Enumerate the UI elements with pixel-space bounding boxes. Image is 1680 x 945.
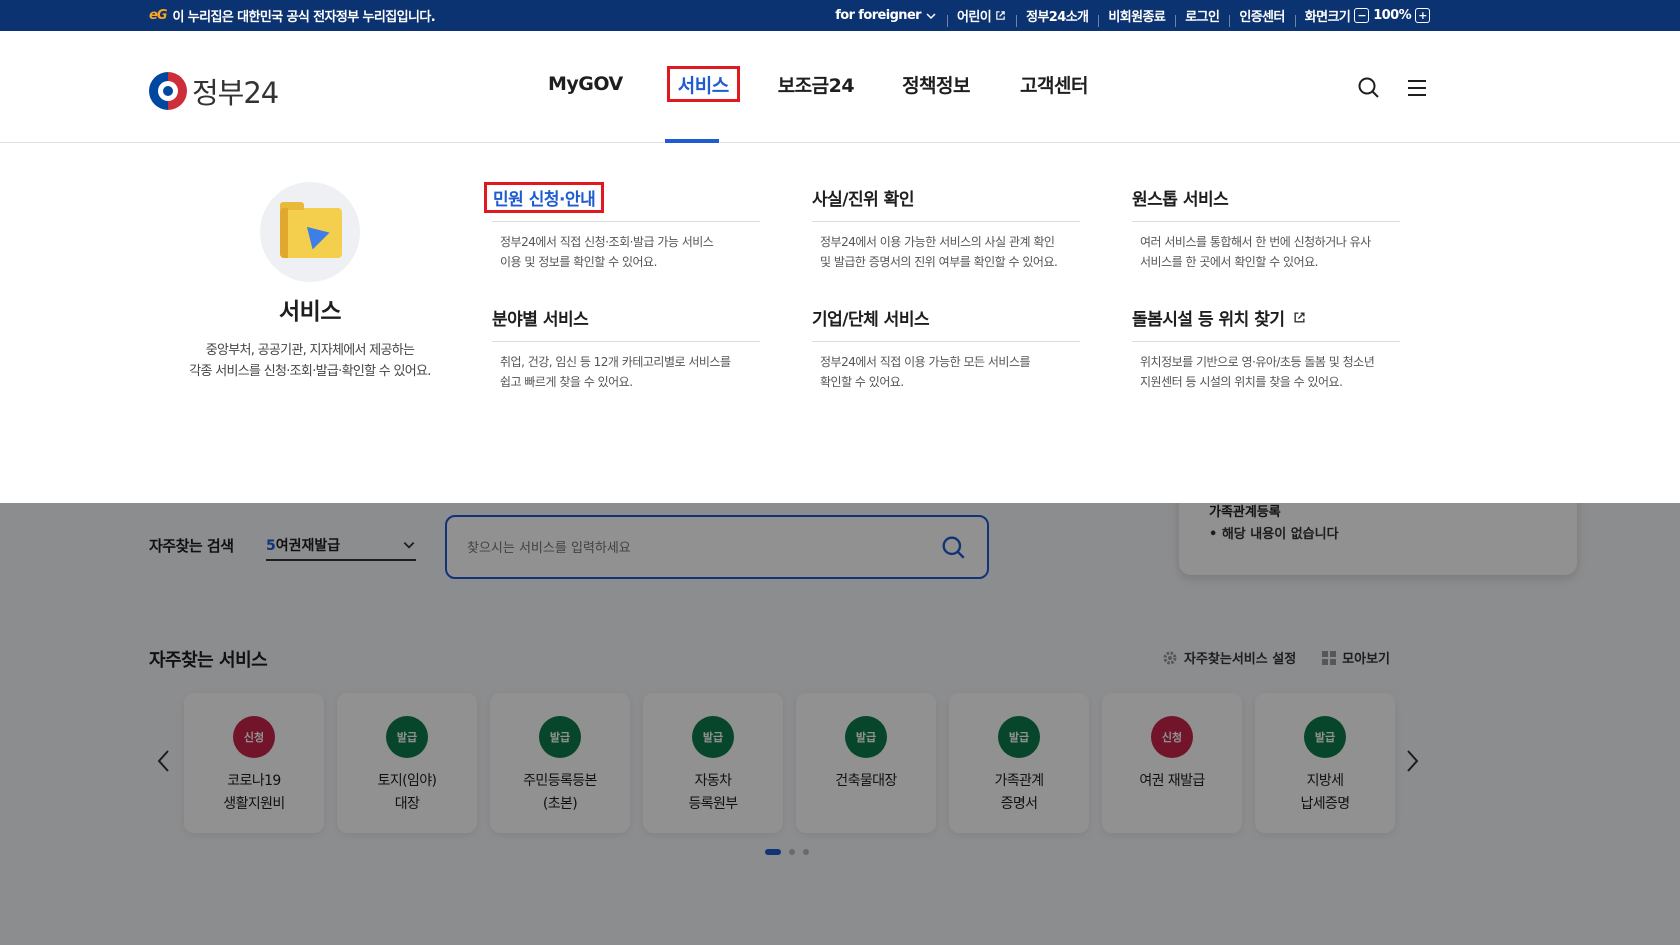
service-menu-grid: 민원 신청·안내 정부24에서 직접 신청·조회·발급 가능 서비스 이용 및 정… [484, 182, 1400, 392]
nav-policy[interactable]: 정책정보 [902, 66, 970, 102]
logo-text: 정부24 [192, 76, 279, 110]
utility-menu: for foreigner 어린이 정부24소개 비회원종료 로그인 인증센터 … [825, 0, 1430, 31]
login-link[interactable]: 로그인 [1175, 6, 1229, 27]
cert-center-link[interactable]: 인증센터 [1229, 6, 1294, 27]
kids-link[interactable]: 어린이 [946, 6, 1016, 27]
menu-care-facility-finder[interactable]: 돌봄시설 등 위치 찾기 위치정보를 기반으로 영·유아/초등 돌봄 및 청소년… [1132, 304, 1400, 392]
external-link-icon [996, 11, 1005, 20]
about-link[interactable]: 정부24소개 [1016, 6, 1098, 27]
gov-banner: eG 이 누리집은 대한민국 공식 전자정부 누리집입니다. for forei… [0, 0, 1680, 31]
menu-icon[interactable] [1405, 76, 1429, 100]
service-mega-menu: 서비스 중앙부처, 공공기관, 지자체에서 제공하는 각종 서비스를 신청·조회… [0, 144, 1680, 503]
guest-logout-link[interactable]: 비회원종료 [1098, 6, 1175, 27]
menu-civil-application[interactable]: 민원 신청·안내 정부24에서 직접 신청·조회·발급 가능 서비스 이용 및 정… [484, 182, 760, 272]
nav-subsidy24[interactable]: 보조금24 [778, 66, 855, 102]
service-intro-title: 서비스 [279, 299, 341, 325]
dim-overlay[interactable] [0, 503, 1680, 945]
service-folder-icon [260, 182, 360, 282]
egov-logo: eG [149, 8, 167, 23]
menu-civil-application-title[interactable]: 민원 신청·안내 [484, 182, 605, 213]
menu-by-category[interactable]: 분야별 서비스 취업, 건강, 임신 등 12개 카테고리별로 서비스를 쉽고 빠… [492, 304, 760, 392]
zoom-control: 화면크기 − 100% + [1294, 6, 1430, 27]
gov-notice-text: 이 누리집은 대한민국 공식 전자정부 누리집입니다. [172, 10, 436, 25]
external-link-icon [1293, 312, 1305, 323]
site-header: 정부24 MyGOV 서비스 보조금24 정책정보 고객센터 [0, 31, 1680, 143]
gov-notice: eG 이 누리집은 대한민국 공식 전자정부 누리집입니다. [149, 0, 436, 31]
menu-fact-verification[interactable]: 사실/진위 확인 정부24에서 이용 가능한 서비스의 사실 관계 확인 및 발급… [812, 184, 1080, 272]
menu-by-category-title[interactable]: 분야별 서비스 [492, 305, 589, 330]
for-foreigner-link[interactable]: for foreigner [825, 8, 947, 23]
menu-one-stop-title[interactable]: 원스톱 서비스 [1132, 185, 1229, 210]
menu-care-facility-title[interactable]: 돌봄시설 등 위치 찾기 [1132, 305, 1285, 330]
service-intro: 서비스 중앙부처, 공공기관, 지자체에서 제공하는 각종 서비스를 신청·조회… [160, 182, 460, 382]
menu-fact-verification-title[interactable]: 사실/진위 확인 [812, 185, 914, 210]
menu-business-title[interactable]: 기업/단체 서비스 [812, 305, 930, 330]
menu-one-stop[interactable]: 원스톱 서비스 여러 서비스를 통합해서 한 번에 신청하거나 유사 서비스를 한… [1132, 184, 1400, 272]
search-icon[interactable] [1357, 76, 1381, 100]
nav-mygov[interactable]: MyGOV [548, 66, 623, 102]
chevron-down-icon [926, 12, 936, 19]
zoom-value: 100% [1373, 8, 1411, 23]
site-logo[interactable]: 정부24 [149, 70, 279, 112]
zoom-in-button[interactable]: + [1415, 8, 1430, 23]
active-nav-indicator [665, 139, 719, 143]
menu-business[interactable]: 기업/단체 서비스 정부24에서 직접 이용 가능한 모든 서비스를 확인할 수 … [812, 304, 1080, 392]
zoom-label: 화면크기 [1304, 10, 1351, 25]
zoom-out-button[interactable]: − [1354, 8, 1370, 23]
nav-service[interactable]: 서비스 [666, 66, 740, 102]
taegeuk-logo-icon [149, 72, 187, 110]
nav-customer-center[interactable]: 고객센터 [1020, 66, 1088, 102]
header-tools [1357, 76, 1429, 100]
main-nav: MyGOV 서비스 보조금24 정책정보 고객센터 [548, 66, 1088, 102]
service-intro-desc: 중앙부처, 공공기관, 지자체에서 제공하는 각종 서비스를 신청·조회·발급·… [189, 343, 431, 379]
